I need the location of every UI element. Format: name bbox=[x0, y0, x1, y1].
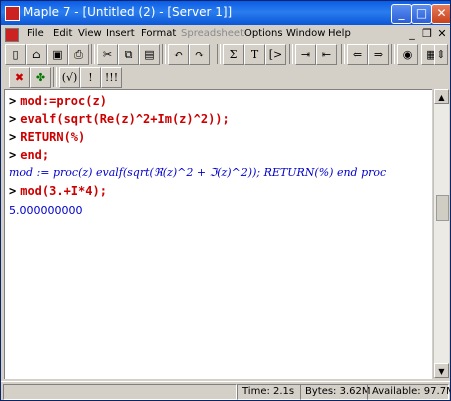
close-button[interactable]: ✕ bbox=[431, 4, 450, 24]
toolbar-separator bbox=[289, 44, 293, 64]
status-bar: Time: 2.1s Bytes: 3.62M Available: 97.7M bbox=[1, 381, 450, 400]
stop-icon[interactable]: ◉ bbox=[397, 44, 418, 65]
menu-edit[interactable]: Edit bbox=[53, 28, 72, 39]
indent-icon[interactable]: ⇥ bbox=[295, 44, 316, 65]
title-bar[interactable]: Maple 7 - [Untitled (2) - [Server 1]] _ … bbox=[1, 1, 450, 25]
undo-icon[interactable]: ↶ bbox=[168, 44, 189, 65]
prompt-glyph: > bbox=[9, 184, 17, 198]
status-bytes: Bytes: 3.62M bbox=[300, 384, 371, 400]
document-menu-icon[interactable] bbox=[5, 28, 19, 42]
maple-input-icon[interactable]: ✖ bbox=[9, 67, 30, 88]
standard-toolbar: ▯ ⌂ ▣ ⎙ ✂ ⧉ ▤ ↶ ↷ Σ T [> ⇥ ⇤ ⇐ ⇒ ◉ ▦ ⇕ bbox=[1, 43, 450, 66]
new-icon[interactable]: ▯ bbox=[5, 44, 26, 65]
menu-format[interactable]: Format bbox=[141, 28, 176, 39]
status-time: Time: 2.1s bbox=[237, 384, 301, 400]
toolbar-separator bbox=[53, 67, 57, 87]
menu-insert[interactable]: Insert bbox=[106, 28, 135, 39]
menu-view[interactable]: View bbox=[78, 28, 102, 39]
toolbar-separator bbox=[162, 44, 166, 64]
status-message bbox=[3, 384, 237, 400]
execute-icon[interactable]: ! bbox=[80, 67, 101, 88]
menu-help[interactable]: Help bbox=[328, 28, 351, 39]
doc-minimize-icon[interactable]: _ bbox=[405, 27, 419, 40]
scroll-thumb[interactable] bbox=[436, 195, 449, 221]
outdent-icon[interactable]: ⇤ bbox=[316, 44, 337, 65]
menu-file[interactable]: File bbox=[27, 28, 44, 39]
prompt-glyph: > bbox=[9, 130, 17, 144]
input-line[interactable]: > RETURN(%) bbox=[9, 130, 85, 144]
forward-icon[interactable]: ⇒ bbox=[368, 44, 389, 65]
toolbar-separator bbox=[341, 44, 345, 64]
prompt-glyph: > bbox=[9, 112, 17, 126]
sqrt-icon[interactable]: (√) bbox=[59, 67, 80, 88]
save-icon[interactable]: ▣ bbox=[47, 44, 68, 65]
prompt-glyph: > bbox=[9, 148, 17, 162]
output-line: mod := proc(z) evalf(sqrt(ℜ(z)^2 + ℑ(z)^… bbox=[9, 166, 387, 179]
back-icon[interactable]: ⇐ bbox=[347, 44, 368, 65]
toolbar-separator bbox=[217, 44, 221, 64]
window-title: Maple 7 - [Untitled (2) - [Server 1]] bbox=[23, 5, 233, 19]
cut-icon[interactable]: ✂ bbox=[97, 44, 118, 65]
print-icon[interactable]: ⎙ bbox=[68, 44, 89, 65]
prompt-icon[interactable]: [> bbox=[265, 44, 286, 65]
execute-all-icon[interactable]: !!! bbox=[101, 67, 122, 88]
text-icon[interactable]: T bbox=[244, 44, 265, 65]
sum-icon[interactable]: Σ bbox=[223, 44, 244, 65]
redo-icon[interactable]: ↷ bbox=[189, 44, 210, 65]
input-line[interactable]: > end; bbox=[9, 148, 49, 162]
open-icon[interactable]: ⌂ bbox=[26, 44, 47, 65]
maximize-button[interactable]: □ bbox=[411, 4, 432, 24]
menu-spreadsheet[interactable]: Spreadsheet bbox=[181, 28, 244, 39]
scroll-down-icon[interactable]: ▼ bbox=[434, 363, 449, 378]
copy-icon[interactable]: ⧉ bbox=[118, 44, 139, 65]
minimize-button[interactable]: _ bbox=[391, 4, 412, 24]
maple-app-icon[interactable] bbox=[5, 6, 20, 21]
scroll-up-icon[interactable]: ▲ bbox=[434, 89, 449, 104]
toolbar-separator bbox=[91, 44, 95, 64]
maple-window: Maple 7 - [Untitled (2) - [Server 1]] _ … bbox=[0, 0, 451, 401]
input-line[interactable]: > evalf(sqrt(Re(z)^2+Im(z)^2)); bbox=[9, 112, 230, 126]
maple-leaf-icon[interactable]: ✤ bbox=[30, 67, 51, 88]
toolbar-separator bbox=[391, 44, 395, 64]
scroll-icon[interactable]: ⇕ bbox=[434, 44, 448, 65]
context-toolbar: ✖ ✤ (√) ! !!! bbox=[1, 66, 450, 88]
prompt-glyph: > bbox=[9, 94, 17, 108]
input-line[interactable]: > mod(3.+I*4); bbox=[9, 184, 107, 198]
result-line: 5.000000000 bbox=[9, 204, 83, 217]
menu-bar: File Edit View Insert Format Spreadsheet… bbox=[1, 25, 450, 43]
paste-icon[interactable]: ▤ bbox=[139, 44, 160, 65]
status-available: Available: 97.7M bbox=[367, 384, 450, 400]
doc-close-icon[interactable]: ✕ bbox=[435, 27, 449, 40]
menu-options[interactable]: Options bbox=[244, 28, 283, 39]
vertical-scrollbar[interactable]: ▲ ▼ bbox=[433, 89, 449, 378]
worksheet-area[interactable]: > mod:=proc(z) > evalf(sqrt(Re(z)^2+Im(z)^… bbox=[4, 89, 432, 379]
input-line[interactable]: > mod:=proc(z) bbox=[9, 94, 107, 108]
doc-restore-icon[interactable]: ❐ bbox=[420, 27, 434, 40]
menu-window[interactable]: Window bbox=[286, 28, 325, 39]
